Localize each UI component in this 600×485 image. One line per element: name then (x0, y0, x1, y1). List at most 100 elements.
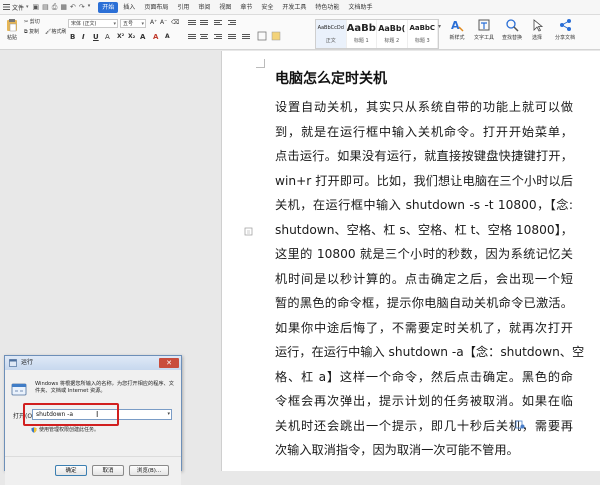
text-tools-label: 文字工具 (473, 35, 494, 41)
style-normal[interactable]: AaBbCcDd 正文 (316, 20, 347, 48)
style-heading-2[interactable]: AaBb( 标题 2 (377, 20, 408, 48)
paste-icon (7, 19, 17, 32)
tab-review[interactable]: 审阅 (194, 2, 214, 13)
font-name-select[interactable]: 宋体 (正文) ▾ (68, 19, 118, 28)
margin-corner-mark (256, 59, 265, 68)
tab-features[interactable]: 特色功能 (311, 2, 343, 13)
format-painter-button[interactable]: 🖌格式刷 (45, 28, 66, 35)
save-icon[interactable]: ▣ (33, 3, 40, 12)
copy-icon: ⧉ (24, 29, 28, 35)
new-style-button[interactable]: A 新样式 (446, 18, 468, 41)
bold-icon[interactable]: B (70, 33, 75, 41)
find-replace-button[interactable]: 查找替换 (500, 18, 524, 41)
subscript-icon[interactable]: X₂ (128, 33, 135, 40)
copy-label: 复制 (29, 29, 40, 35)
tab-view[interactable]: 视图 (215, 2, 235, 13)
new-style-label: 新样式 (449, 35, 465, 41)
layout-options-icon[interactable] (515, 419, 525, 429)
run-dialog-description: Windows 将根据您所输入的名称，为您打开相应的程序、文件夹、文档或 Int… (35, 381, 174, 394)
tab-developer[interactable]: 开发工具 (278, 2, 310, 13)
tab-references[interactable]: 引用 (173, 2, 193, 13)
style-sample: AaBb( (378, 24, 406, 33)
print-preview-icon[interactable]: ▦ (60, 3, 67, 12)
share-document-label: 分享文档 (554, 35, 575, 41)
scissors-icon: ✂ (24, 19, 29, 25)
chevron-down-icon[interactable]: ▾ (438, 23, 441, 30)
share-document-button[interactable]: 分享文档 (552, 18, 578, 41)
close-icon: ✕ (166, 359, 172, 367)
chevron-down-icon[interactable]: ▾ (88, 3, 91, 12)
chevron-down-icon: ▾ (141, 21, 144, 27)
cursor-arrow-icon (533, 19, 544, 32)
char-shading-icon[interactable]: A (165, 33, 170, 40)
hamburger-icon (3, 4, 10, 10)
superscript-icon[interactable]: X² (117, 33, 124, 40)
text-tools-icon (478, 19, 490, 31)
ribbon-tabs: 开始 插入 页面布局 引用 审阅 视图 章节 安全 开发工具 特色功能 文档助手 (98, 1, 376, 13)
style-sample: AaBb (346, 23, 376, 34)
highlight-color-icon[interactable]: A (140, 33, 145, 41)
search-icon (506, 19, 519, 32)
document-page[interactable]: 电脑怎么定时关机 设置自动关机，其实只从系统自带的功能上就可以做 到，就是在运行… (221, 51, 600, 471)
tab-security[interactable]: 安全 (257, 2, 277, 13)
document-line: 令框会再次弹出，提示计划的任务被取消。如果在临 (275, 394, 573, 408)
style-sample: AaBbC (409, 24, 436, 32)
chevron-down-icon[interactable]: ▾ (167, 410, 170, 419)
quick-access-toolbar: ▣ ▤ ⎙ ▦ ↶ ↷ ▾ (33, 3, 91, 12)
font-size-select[interactable]: 五号 ▾ (120, 19, 146, 28)
underline-icon[interactable]: U (93, 33, 99, 41)
tab-home[interactable]: 开始 (98, 1, 119, 13)
run-app-icon (11, 383, 27, 396)
italic-icon[interactable]: I (82, 33, 85, 41)
text-tools-button[interactable]: 文字工具 (472, 18, 496, 41)
run-dialog: 运行 ✕ Windows 将根据您所输入的名称，为您打开相应的程序、文件夹、文档… (4, 355, 182, 485)
font-color-icon[interactable]: A (153, 33, 158, 41)
document-line: 运行，在运行中输入 shutdown -a【念：shutdown、空 (275, 345, 585, 359)
tab-insert[interactable]: 插入 (119, 2, 139, 13)
document-body: 设置自动关机，其实只从系统自带的功能上就可以做 到，就是在运行框中输入关机命令。… (275, 95, 585, 463)
style-name: 标题 3 (414, 38, 430, 44)
style-name: 标题 2 (384, 38, 400, 44)
input-highlight-annotation (23, 403, 119, 426)
document-line: 关机，在运行框中输入 shutdown -s -t 10800，【念: (275, 198, 573, 212)
style-sample: AaBbCcDd (317, 25, 344, 31)
chevron-down-icon: ▾ (113, 21, 116, 27)
redo-icon[interactable]: ↷ (79, 3, 85, 12)
open-icon[interactable]: ▤ (42, 3, 49, 12)
cut-label: 剪切 (29, 19, 40, 25)
style-name: 正文 (325, 38, 336, 44)
shield-icon (31, 426, 37, 433)
document-line: 如果你中途后悔了，不需要定时关机了，就再次打开 (275, 320, 573, 335)
select-button[interactable]: 选择 (528, 18, 546, 41)
document-line: 次输入取消指令，因为取消一次可能不管用。 (275, 443, 519, 457)
shrink-font-icon[interactable]: A⁻ (160, 19, 167, 26)
strikethrough-icon[interactable]: A (105, 33, 110, 41)
find-replace-label: 查找替换 (501, 35, 522, 41)
undo-icon[interactable]: ↶ (70, 3, 76, 12)
tab-page-layout[interactable]: 页面布局 (140, 2, 172, 13)
print-icon[interactable]: ⎙ (52, 3, 58, 12)
run-window-icon (9, 359, 17, 367)
style-heading-1[interactable]: AaBb 标题 1 (346, 20, 377, 48)
run-dialog-titlebar[interactable]: 运行 ✕ (5, 356, 181, 370)
document-line: 格、杠 a】这样一个命令，然后点击确定。黑色的命 (275, 369, 573, 384)
cut-button[interactable]: ✂ 剪切 (24, 18, 40, 25)
format-painter-label: 格式刷 (51, 29, 67, 35)
style-gallery: AaBbCcDd 正文 AaBb 标题 1 AaBb( 标题 2 AaBbC 标… (315, 19, 439, 49)
clear-format-icon[interactable]: ⌫ (171, 19, 179, 26)
style-heading-3[interactable]: AaBbC 标题 3 (408, 20, 438, 48)
grow-font-icon[interactable]: A⁺ (150, 19, 157, 26)
document-line: 设置自动关机，其实只从系统自带的功能上就可以做 (275, 100, 573, 114)
font-size-value: 五号 (123, 21, 134, 27)
copy-button[interactable]: ⧉ 复制 (24, 28, 39, 35)
paragraph-handle-icon[interactable] (244, 227, 253, 236)
tab-doc-assistant[interactable]: 文档助手 (344, 2, 376, 13)
document-line: 暂的黑色的命令框，提示你电脑自动关机命令已激活。 (275, 296, 573, 310)
close-button[interactable]: ✕ (159, 358, 179, 368)
document-line: 机时间是以秒计算的。点击确定之后，会出现一个短 (275, 271, 573, 286)
document-line: 这里的 10800 就是三个小时的秒数，因为系统记忆关 (275, 247, 573, 261)
paste-button[interactable]: 粘贴 (3, 18, 21, 41)
file-menu-button[interactable]: 文件 ▾ (0, 3, 33, 12)
tab-sections[interactable]: 章节 (236, 2, 256, 13)
document-title: 电脑怎么定时关机 (275, 71, 387, 87)
